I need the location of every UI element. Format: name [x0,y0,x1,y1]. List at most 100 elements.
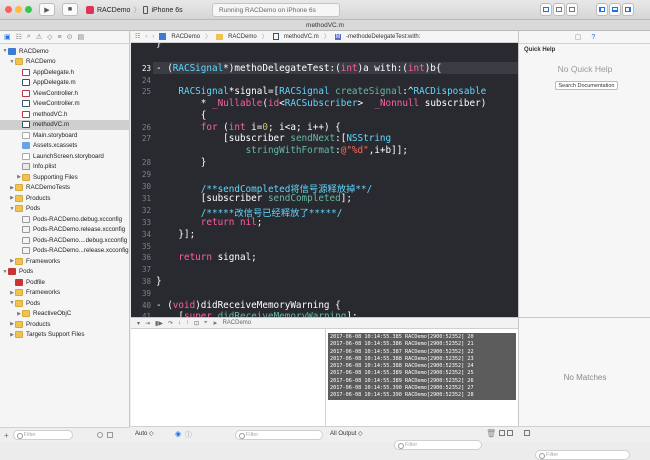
variables-view[interactable] [131,329,326,426]
navigator-item[interactable]: Assets.xcassets [0,141,130,152]
scm-filter-icon[interactable] [107,432,113,438]
debug-control-icon[interactable]: ⇥ [145,320,150,327]
navigator-tab-icon[interactable]: ▣ [4,33,11,41]
navigator-item[interactable]: LaunchScreen.storyboard [0,151,130,162]
debug-control-icon[interactable]: ▮▶ [155,320,163,327]
code-line[interactable]: [subscriber sendCompleted]; [156,193,352,204]
zoom-window-button[interactable] [25,6,32,13]
code-line[interactable]: for (int i=0; i<a; i++) { [156,122,341,133]
navigator-item[interactable]: methodVC.h [0,109,130,120]
navigator-item[interactable]: Podfile [0,277,130,288]
debug-control-icon[interactable]: ▾ [137,320,140,327]
navigator-filter-input[interactable]: Filter [13,430,73,440]
toggle-debug-button[interactable] [609,3,621,16]
navigator-tab-icon[interactable]: ⌕ [27,33,31,41]
debug-control-icon[interactable]: ⊡ [194,320,199,327]
navigator-item[interactable]: ▶Supporting Files [0,172,130,183]
debug-control-icon[interactable]: ↷ [168,320,173,327]
split-right-icon[interactable] [507,430,513,436]
source-editor[interactable]: 23242526272829303132333435363738394041 }… [131,43,518,317]
stop-button[interactable]: ■ [62,3,78,16]
debug-control-icon[interactable]: ↓ [178,320,181,326]
debug-control-icon[interactable]: ↑ [186,320,189,326]
code-line[interactable]: - (void)didReceiveMemoryWarning { [156,300,341,311]
grid-icon[interactable] [524,430,530,436]
clock-icon[interactable] [97,432,103,438]
navigator-tab-icon[interactable]: ▤ [77,33,84,41]
split-left-icon[interactable] [499,430,505,436]
navigator-item[interactable]: Pods-RACDemo.debug.xcconfig [0,214,130,225]
code-line[interactable]: { [156,110,206,121]
navigator-item[interactable]: ViewController.h [0,88,130,99]
crumb-file[interactable]: methodVC.m [284,34,319,40]
navigator-tab-icon[interactable]: ⚠ [36,33,42,41]
crumb-project[interactable]: RACDemo [171,34,200,40]
standard-editor-button[interactable] [540,3,552,16]
scheme-selector[interactable]: RACDemo 〉 iPhone 6s [86,4,183,16]
navigator-item[interactable]: ▶Products [0,193,130,204]
library-filter-input[interactable]: Filter [535,450,630,460]
run-button[interactable]: ▶ [39,3,55,16]
version-editor-button[interactable] [566,3,578,16]
info-icon[interactable]: ⓘ [185,430,192,440]
code-line[interactable]: } [156,157,206,168]
debug-control-icon[interactable]: ➤ [212,320,217,327]
navigator-item[interactable]: ▶Products [0,319,130,330]
navigator-item[interactable]: Pods-RACDemo...release.xcconfig [0,246,130,257]
debug-target-label[interactable]: RACDemo [222,320,251,326]
navigator-item[interactable]: ▼RACDemo [0,46,130,57]
back-icon[interactable]: ‹ [145,34,147,40]
code-line[interactable]: stringWithFormat:@"%d",i+b]]; [156,145,408,156]
navigator-item[interactable]: ▶Frameworks [0,288,130,299]
navigator-item[interactable]: Main.storyboard [0,130,130,141]
navigator-item[interactable]: methodVC.m [0,120,130,131]
code-line[interactable]: [subscriber sendNext:[NSString [156,133,391,144]
add-icon[interactable]: + [4,431,9,440]
console-output[interactable]: 2017-06-08 10:14:55.385 RACDemo[2900:523… [328,333,516,400]
code-line[interactable]: } [156,43,162,49]
auto-variables-select[interactable]: Auto ◇ [135,430,154,437]
navigator-item[interactable]: AppDelegate.m [0,78,130,89]
toggle-navigator-button[interactable] [596,3,608,16]
navigator-tab-icon[interactable]: ⊙ [67,33,73,41]
code-line[interactable]: - (RACSignal*)methoDelegateTest:(int)a w… [156,63,441,74]
navigator-item[interactable]: ▶RACDemoTests [0,183,130,194]
code-line[interactable]: return signal; [156,252,257,263]
navigator-item[interactable]: ▼Pods [0,204,130,215]
navigator-item[interactable]: Info.plist [0,162,130,173]
navigator-item[interactable]: ▶Targets Support Files [0,330,130,341]
navigator-item[interactable]: ▼RACDemo [0,57,130,68]
navigator-item[interactable]: ▶ReactiveObjC [0,309,130,320]
code-line[interactable]: } [156,276,162,287]
navigator-tab-icon[interactable]: ◇ [47,33,52,41]
code-line[interactable]: return nil; [156,217,262,228]
console-view[interactable]: 2017-06-08 10:14:55.385 RACDemo[2900:523… [326,329,518,426]
related-items-icon[interactable]: ☷ [135,33,140,40]
all-output-select[interactable]: All Output ◇ [330,430,363,437]
code-line[interactable]: }]; [156,229,195,240]
crumb-method[interactable]: -methodeDelegateTest:with: [346,34,420,40]
variables-filter-input[interactable]: Filter [235,430,323,440]
crumb-folder[interactable]: RACDemo [228,34,257,40]
eye-icon[interactable]: ◉ [175,430,181,438]
navigator-tab-icon[interactable]: ≡ [58,34,62,41]
code-line[interactable]: * _Nullable(id<RACSubscriber> _Nonnull s… [156,98,486,109]
navigator-item[interactable]: ▶Frameworks [0,256,130,267]
navigator-item[interactable]: ▼Pods [0,298,130,309]
navigator-item[interactable]: AppDelegate.h [0,67,130,78]
navigator-tab-icon[interactable]: ☷ [16,33,22,41]
editor-tab[interactable]: methodVC.m [0,20,650,31]
navigator-item[interactable]: Pods-RACDemo....debug.xcconfig [0,235,130,246]
close-window-button[interactable] [5,6,12,13]
navigator-item[interactable]: Pods-RACDemo.release.xcconfig [0,225,130,236]
toggle-utilities-button[interactable] [622,3,634,16]
trash-icon[interactable]: 🗑 [486,429,496,438]
forward-icon[interactable]: › [152,34,154,40]
assistant-editor-button[interactable] [553,3,565,16]
navigator-item[interactable]: ViewController.m [0,99,130,110]
search-documentation-button[interactable]: Search Documentation [555,81,618,90]
file-inspector-icon[interactable]: ▢ [575,33,582,41]
quick-help-icon[interactable]: ? [591,34,595,41]
minimize-window-button[interactable] [15,6,22,13]
debug-control-icon[interactable]: ⌖ [204,320,207,327]
